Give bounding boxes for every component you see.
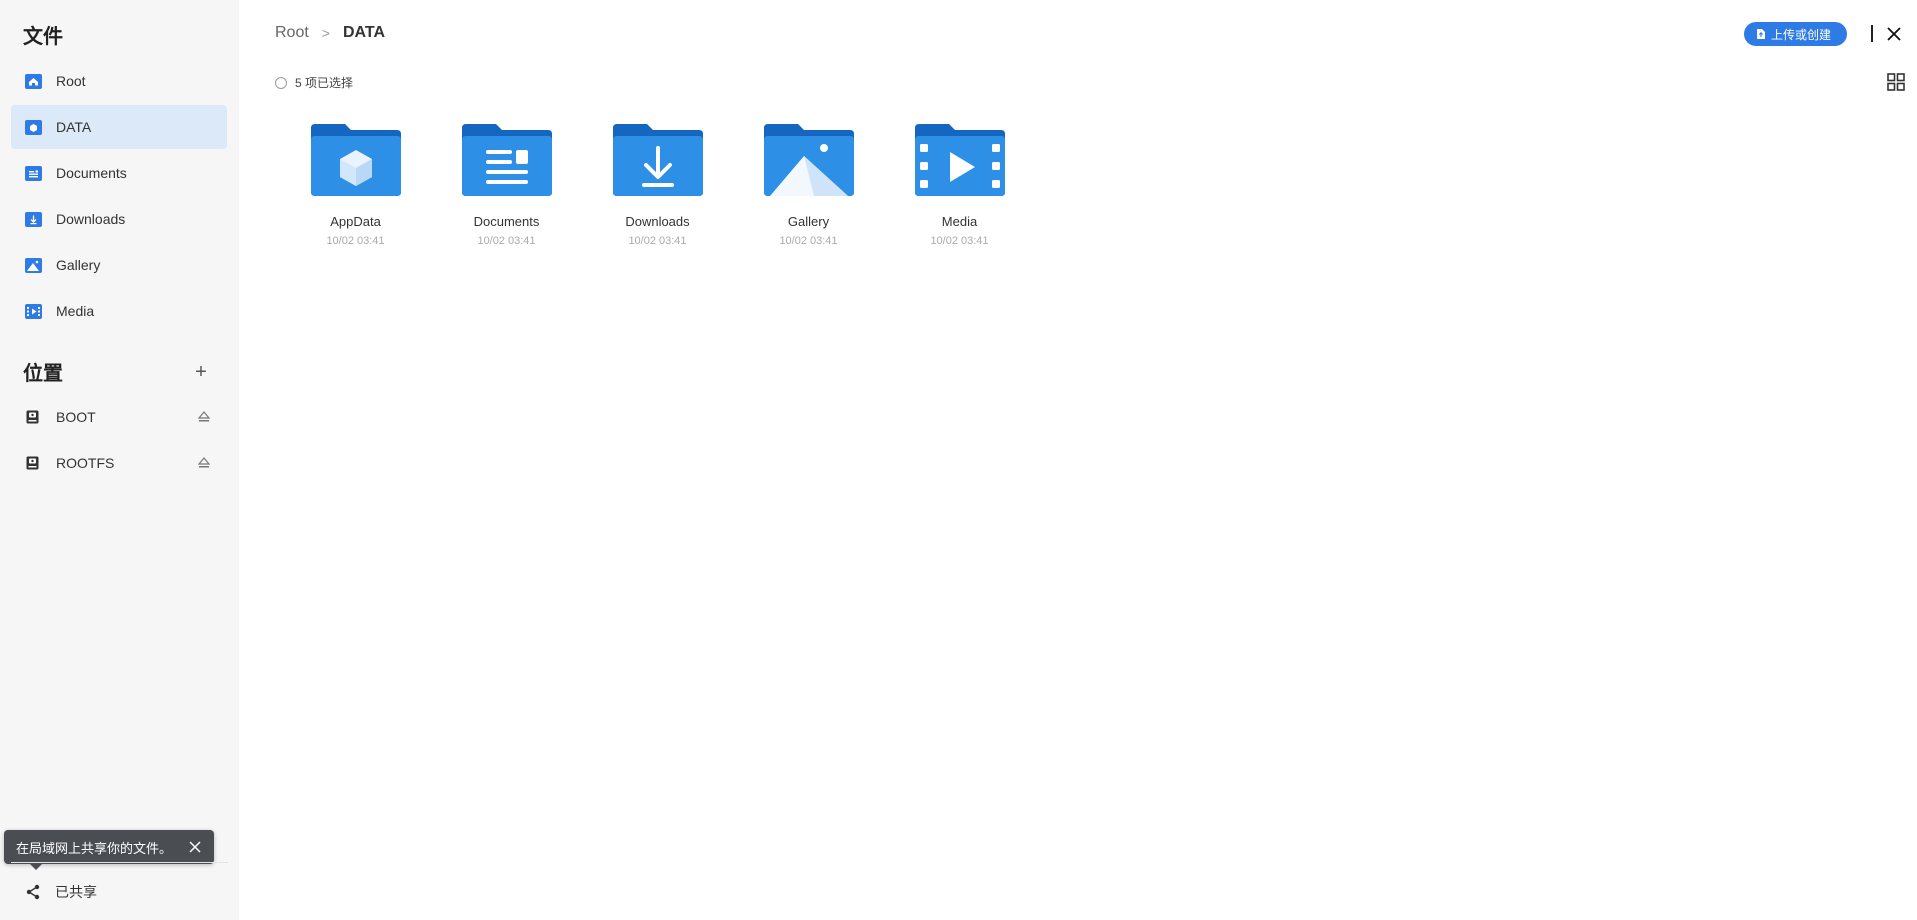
folder-name: Downloads: [625, 214, 690, 229]
selection-count: 5 项已选择: [295, 76, 354, 90]
sidebar-item-data[interactable]: DATA: [11, 105, 227, 149]
breadcrumb-separator: >: [321, 25, 330, 41]
sidebar-item-label: ROOTFS: [56, 455, 115, 471]
breadcrumb-root[interactable]: Root: [275, 24, 309, 42]
share-icon: [25, 884, 41, 900]
file-manager-app: 文件 Root DATA Documents Downloads Gallery…: [0, 0, 1917, 920]
folder-documents[interactable]: Documents 10/02 03:41: [431, 124, 582, 247]
sidebar-item-root[interactable]: Root: [11, 59, 227, 103]
folder-media[interactable]: Media 10/02 03:41: [884, 124, 1035, 247]
folder-downloads[interactable]: Downloads 10/02 03:41: [582, 124, 733, 247]
eject-icon[interactable]: [197, 456, 211, 470]
sidebar-item-label: Root: [56, 73, 86, 89]
places-section-header: 位置 +: [23, 357, 211, 386]
sidebar-item-rootfs[interactable]: ROOTFS: [11, 441, 227, 485]
close-icon[interactable]: [188, 840, 202, 854]
sidebar-item-label: DATA: [56, 119, 92, 135]
grid-view-icon[interactable]: [1887, 73, 1905, 91]
sidebar-item-downloads[interactable]: Downloads: [11, 197, 227, 241]
downloads-folder-icon: [612, 124, 703, 196]
drive-icon: [25, 410, 42, 425]
upload-label: 上传或创建: [1770, 27, 1831, 42]
folder-name: Gallery: [787, 214, 830, 229]
gallery-folder-icon: [763, 124, 854, 196]
select-all-radio[interactable]: [275, 76, 287, 89]
folder-date: 10/02 03:41: [779, 235, 838, 247]
shared-item[interactable]: 已共享: [11, 862, 228, 920]
home-icon: [25, 73, 42, 89]
places-nav-list: BOOT ROOTFS: [11, 395, 227, 487]
files-section-title: 文件: [23, 26, 63, 48]
sidebar: 文件 Root DATA Documents Downloads Gallery…: [0, 0, 239, 920]
gallery-icon: [25, 257, 42, 273]
documents-icon: [25, 165, 42, 181]
sidebar-item-media[interactable]: Media: [11, 289, 227, 333]
appdata-folder-icon: [310, 124, 401, 196]
media-folder-icon: [914, 124, 1005, 196]
folder-date: 10/02 03:41: [477, 235, 536, 247]
folder-appdata[interactable]: AppData 10/02 03:41: [280, 124, 431, 247]
data-icon: [25, 119, 42, 135]
folder-name: Documents: [473, 214, 540, 229]
upload-icon: [1756, 28, 1766, 40]
main-content: Root > DATA 上传或创建 5 项已选择 AppData 10/02 0…: [239, 0, 1917, 920]
folder-name: Media: [941, 214, 978, 229]
upload-or-create-button[interactable]: 上传或创建: [1743, 22, 1847, 46]
documents-folder-icon: [461, 124, 552, 196]
files-nav-list: Root DATA Documents Downloads Gallery Me…: [11, 59, 227, 335]
add-place-button[interactable]: +: [191, 362, 211, 382]
folder-name: AppData: [330, 214, 381, 229]
breadcrumb-current: DATA: [342, 24, 386, 41]
toolbar-divider: [1871, 25, 1873, 42]
places-section-title: 位置: [23, 363, 63, 385]
sidebar-item-boot[interactable]: BOOT: [11, 395, 227, 439]
folder-grid: AppData 10/02 03:41 Documents 10/02 03:4…: [280, 124, 1035, 247]
shared-label: 已共享: [55, 883, 97, 900]
sidebar-item-gallery[interactable]: Gallery: [11, 243, 227, 287]
eject-icon[interactable]: [197, 410, 211, 424]
sidebar-item-documents[interactable]: Documents: [11, 151, 227, 195]
close-icon[interactable]: [1886, 26, 1902, 42]
sidebar-item-label: Gallery: [56, 257, 101, 273]
drive-icon: [25, 456, 42, 471]
folder-date: 10/02 03:41: [628, 235, 687, 247]
selection-row: 5 项已选择: [275, 74, 353, 91]
breadcrumb: Root > DATA: [275, 24, 385, 42]
sidebar-item-label: Downloads: [56, 211, 126, 227]
sidebar-item-label: Documents: [56, 165, 127, 181]
folder-gallery[interactable]: Gallery 10/02 03:41: [733, 124, 884, 247]
media-icon: [25, 303, 42, 319]
sidebar-item-label: BOOT: [56, 409, 96, 425]
share-tooltip: 在局域网上共享你的文件。: [4, 830, 214, 870]
share-tooltip-text: 在局域网上共享你的文件。: [16, 840, 173, 856]
folder-date: 10/02 03:41: [930, 235, 989, 247]
downloads-icon: [25, 211, 42, 227]
folder-date: 10/02 03:41: [326, 235, 385, 247]
sidebar-item-label: Media: [56, 303, 95, 319]
